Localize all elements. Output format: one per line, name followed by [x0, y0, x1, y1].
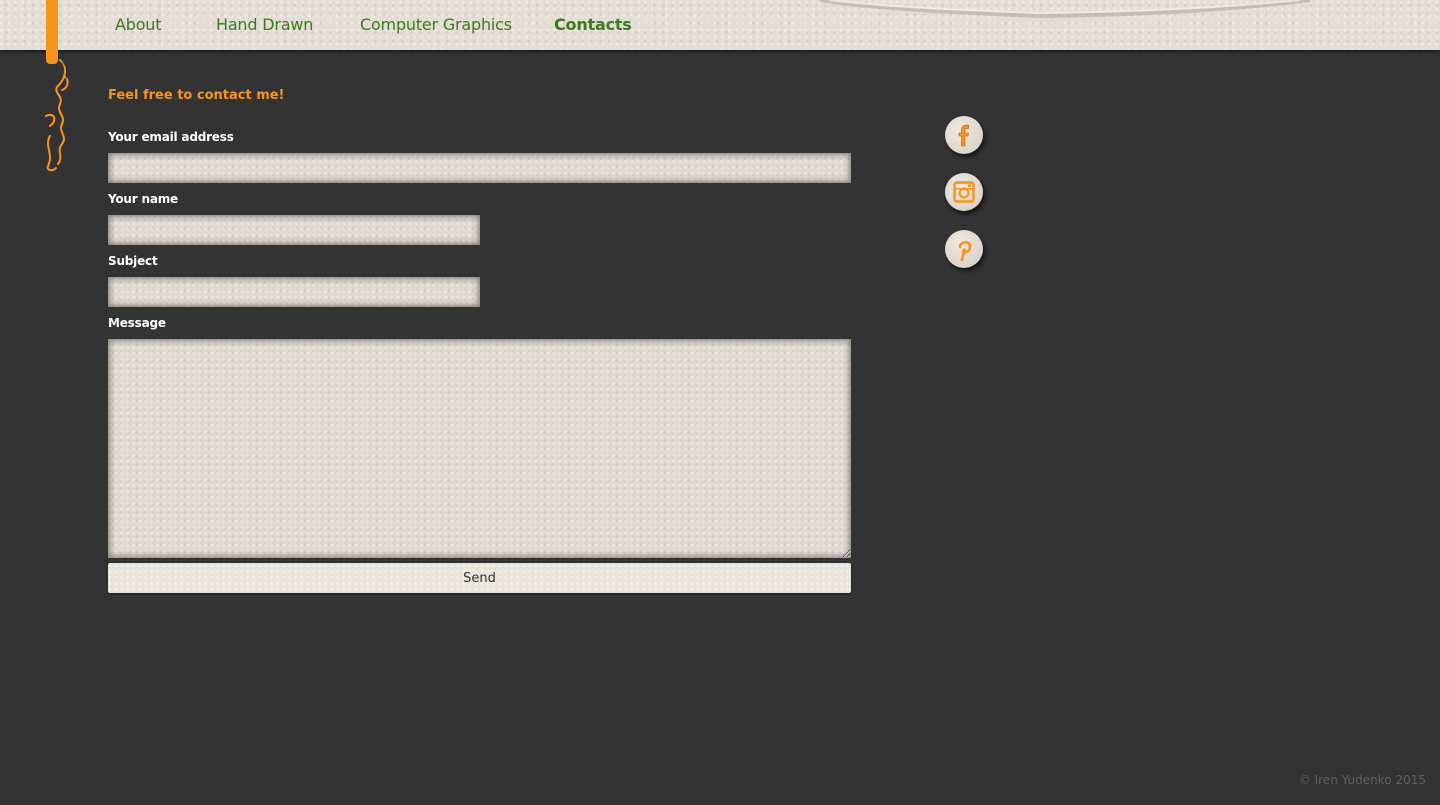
top-nav-bar: About Hand Drawn Computer Graphics Conta… — [0, 0, 1440, 50]
nav-link-computer-graphics[interactable]: Computer Graphics — [360, 15, 512, 34]
name-label: Your name — [108, 192, 178, 206]
pinterest-icon — [958, 240, 972, 262]
signature-logo-icon[interactable] — [40, 56, 74, 174]
contact-lead-text: Feel free to contact me! — [108, 88, 285, 103]
facebook-icon — [958, 124, 969, 147]
subject-field[interactable] — [108, 277, 480, 307]
copyright-text: © Iren Yudenko 2015 — [1298, 773, 1426, 787]
message-textarea[interactable] — [108, 339, 851, 558]
subject-label: Subject — [108, 254, 158, 268]
name-field[interactable] — [108, 215, 480, 245]
message-label: Message — [108, 316, 166, 330]
facebook-button[interactable] — [945, 116, 983, 154]
nav-link-hand-drawn[interactable]: Hand Drawn — [216, 15, 313, 34]
send-button[interactable]: Send — [108, 563, 851, 593]
email-field[interactable] — [108, 153, 851, 183]
logo-ribbon — [46, 0, 58, 64]
nav-link-contacts[interactable]: Contacts — [554, 15, 632, 34]
instagram-icon — [953, 181, 975, 203]
pinterest-button[interactable] — [945, 230, 983, 268]
nav-link-about[interactable]: About — [115, 15, 162, 34]
email-label: Your email address — [108, 130, 234, 144]
instagram-button[interactable] — [945, 173, 983, 211]
